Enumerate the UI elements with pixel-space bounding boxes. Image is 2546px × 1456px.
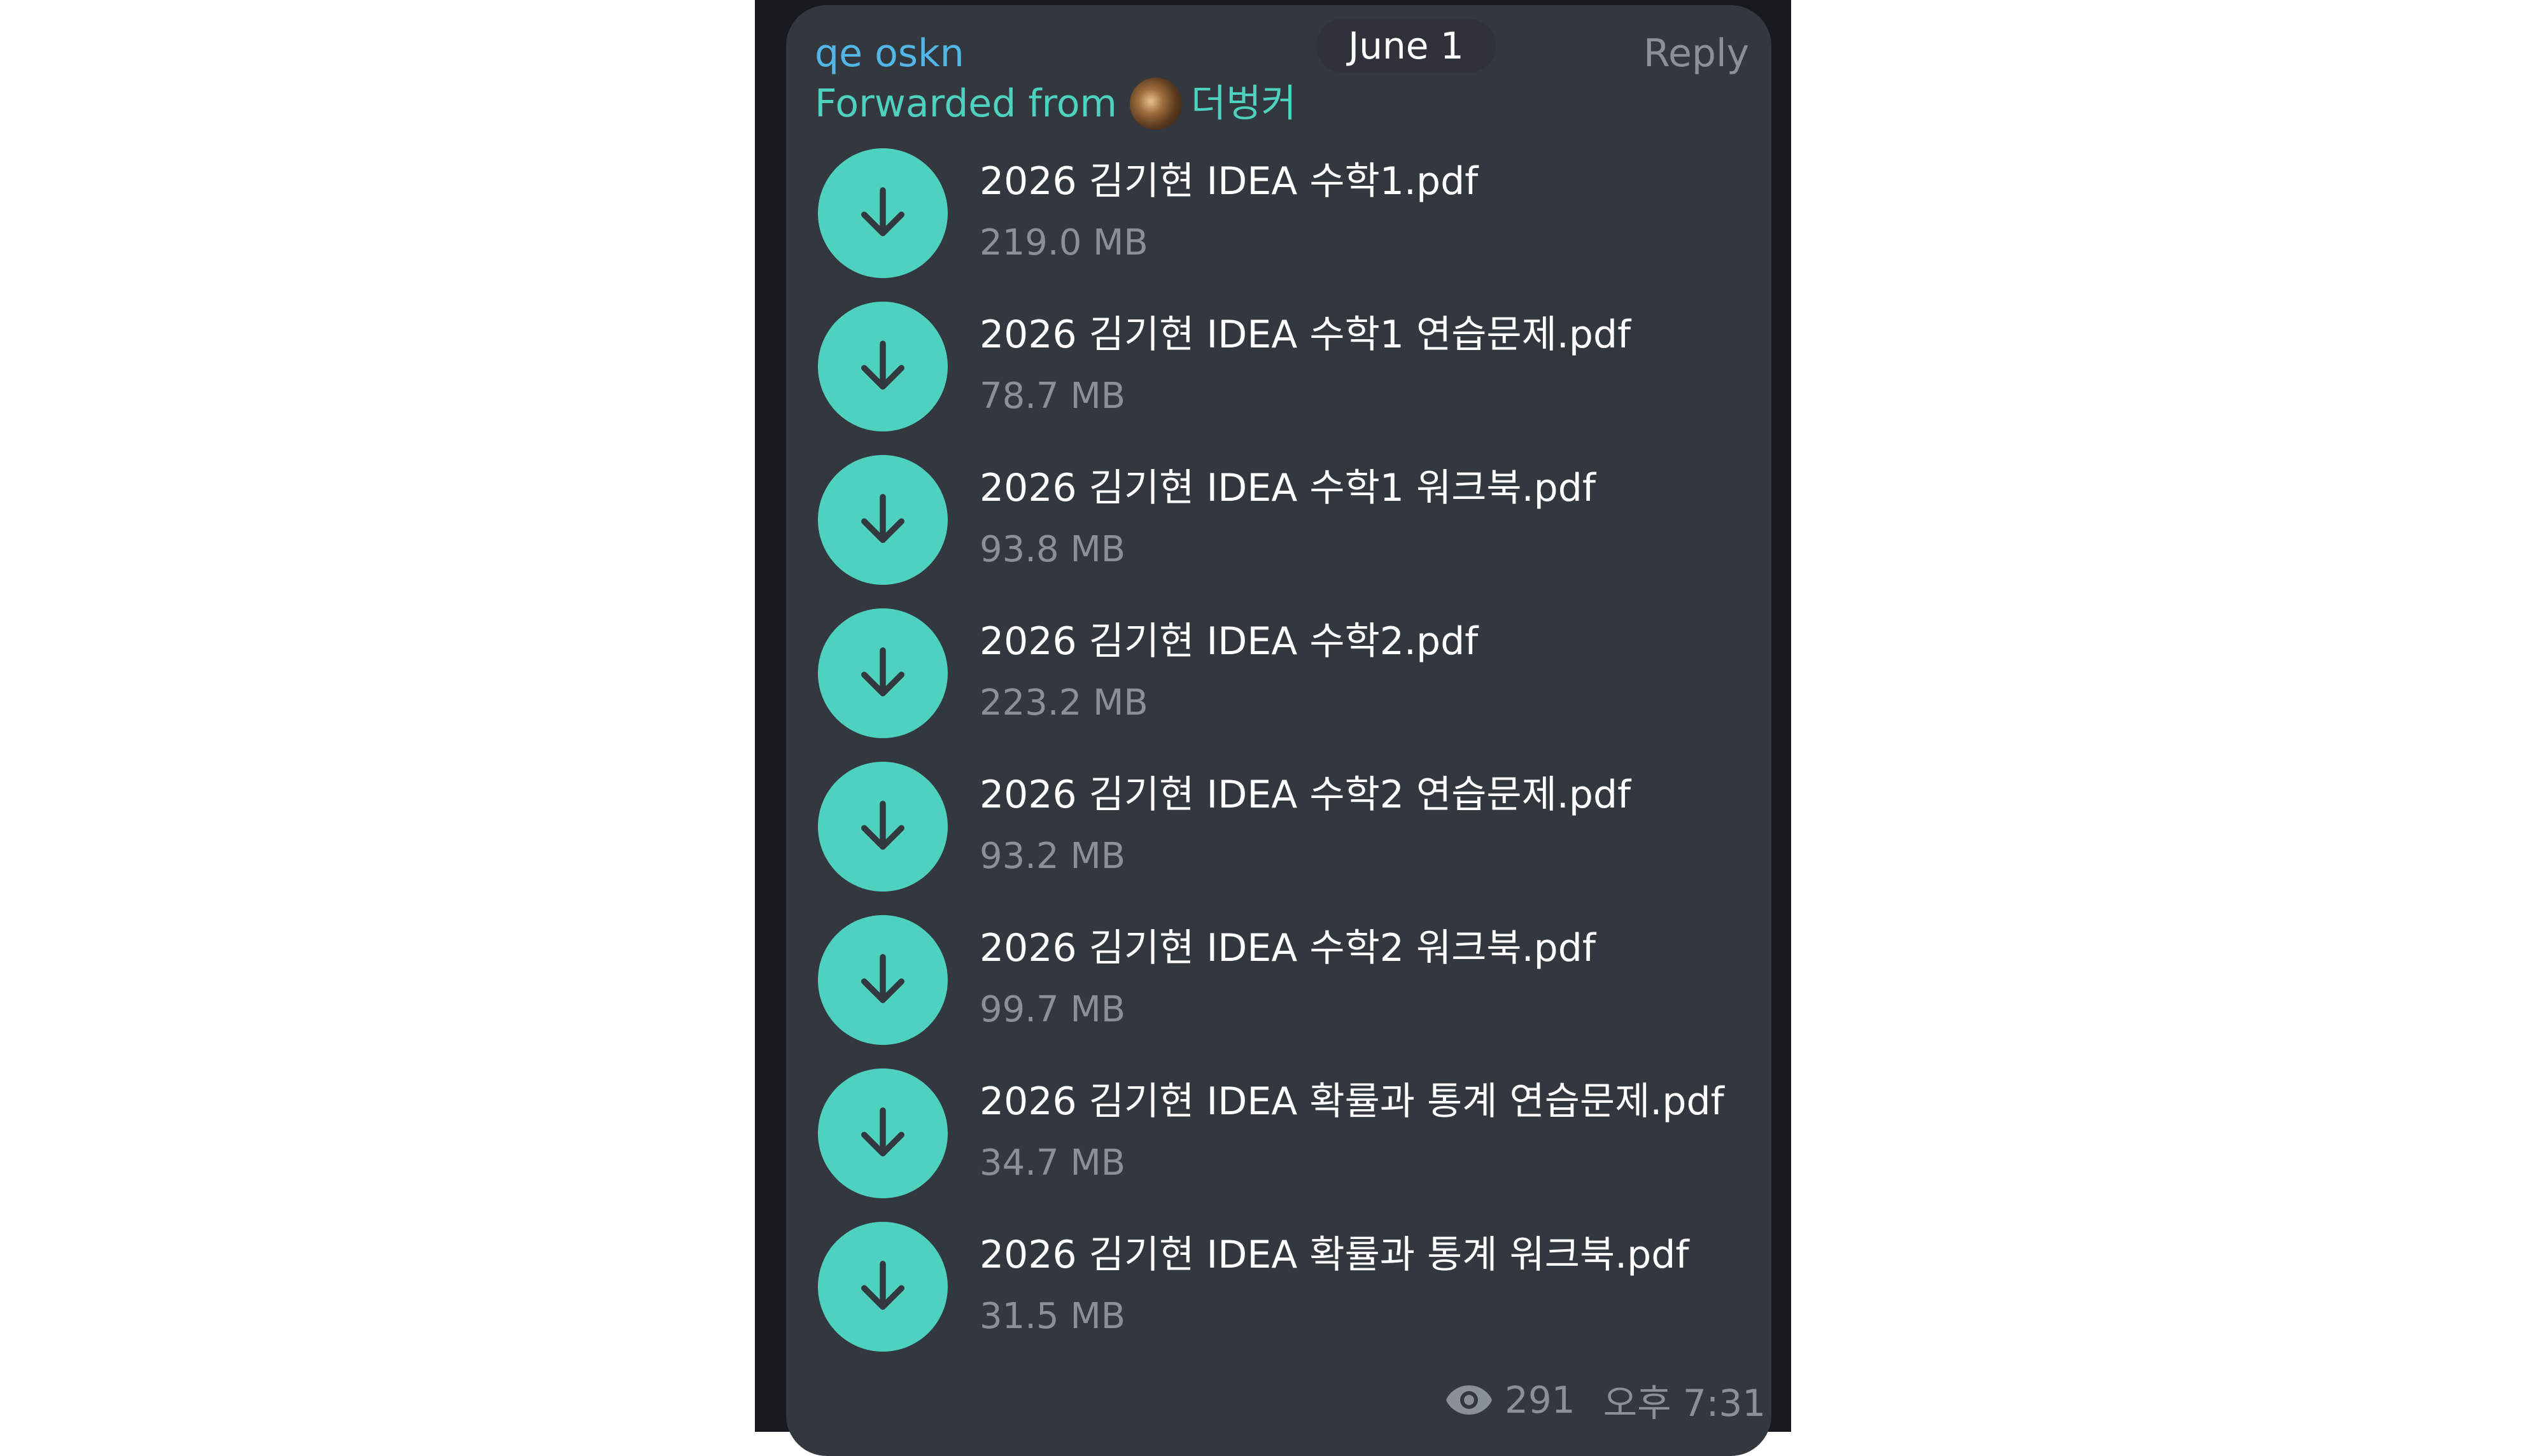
file-name[interactable]: 2026 김기현 IDEA 수학2 워크북.pdf — [980, 923, 1596, 974]
eye-icon — [1446, 1385, 1492, 1415]
download-button[interactable] — [818, 608, 948, 738]
forwarded-source-name[interactable]: 더벙커 — [1191, 78, 1297, 129]
file-name[interactable]: 2026 김기현 IDEA 수학1 연습문제.pdf — [980, 309, 1631, 360]
sender-name[interactable]: qe oskn — [815, 28, 964, 79]
download-button[interactable] — [818, 762, 948, 892]
file-item[interactable]: 2026 김기현 IDEA 확률과 통계 워크북.pdf 31.5 MB — [818, 1222, 1760, 1355]
file-name[interactable]: 2026 김기현 IDEA 수학1 워크북.pdf — [980, 463, 1596, 514]
file-name[interactable]: 2026 김기현 IDEA 확률과 통계 워크북.pdf — [980, 1229, 1689, 1280]
file-size: 31.5 MB — [980, 1296, 1126, 1337]
download-arrow-icon — [861, 647, 904, 697]
download-button[interactable] — [818, 455, 948, 585]
file-item[interactable]: 2026 김기현 IDEA 수학1 워크북.pdf 93.8 MB — [818, 455, 1760, 589]
file-size: 223.2 MB — [980, 682, 1148, 724]
file-size: 78.7 MB — [980, 375, 1126, 417]
file-size: 93.2 MB — [980, 836, 1126, 877]
forwarded-prefix: Forwarded from — [815, 81, 1117, 126]
download-button[interactable] — [818, 915, 948, 1045]
download-arrow-icon — [861, 1261, 904, 1310]
file-size: 99.7 MB — [980, 989, 1126, 1030]
download-arrow-icon — [861, 801, 904, 850]
view-count: 291 — [1505, 1378, 1575, 1422]
file-name[interactable]: 2026 김기현 IDEA 수학2.pdf — [980, 616, 1478, 667]
file-item[interactable]: 2026 김기현 IDEA 수학1 연습문제.pdf 78.7 MB — [818, 302, 1760, 435]
download-button[interactable] — [818, 302, 948, 431]
file-size: 34.7 MB — [980, 1142, 1126, 1184]
download-arrow-icon — [861, 494, 904, 543]
file-item[interactable]: 2026 김기현 IDEA 수학1.pdf 219.0 MB — [818, 148, 1760, 282]
file-size: 219.0 MB — [980, 222, 1148, 263]
message-meta: 291 오후 7:31 — [1445, 1375, 1766, 1425]
file-size: 93.8 MB — [980, 529, 1126, 570]
download-button[interactable] — [818, 1222, 948, 1352]
channel-avatar[interactable] — [1130, 78, 1182, 130]
file-item[interactable]: 2026 김기현 IDEA 수학2 워크북.pdf 99.7 MB — [818, 915, 1760, 1049]
message-time: 오후 7:31 — [1603, 1382, 1766, 1425]
file-name[interactable]: 2026 김기현 IDEA 수학1.pdf — [980, 156, 1478, 207]
download-arrow-icon — [861, 954, 904, 1004]
download-arrow-icon — [861, 1107, 904, 1157]
date-label: June 1 — [1348, 24, 1464, 67]
file-item[interactable]: 2026 김기현 IDEA 수학2 연습문제.pdf 93.2 MB — [818, 762, 1760, 895]
forwarded-from-line[interactable]: Forwarded from 더벙커 — [815, 78, 1297, 130]
file-name[interactable]: 2026 김기현 IDEA 확률과 통계 연습문제.pdf — [980, 1076, 1724, 1127]
date-pill: June 1 — [1316, 19, 1496, 73]
download-button[interactable] — [818, 1068, 948, 1198]
download-button[interactable] — [818, 148, 948, 278]
reply-button[interactable]: Reply — [1643, 28, 1749, 79]
download-arrow-icon — [861, 187, 904, 237]
download-arrow-icon — [861, 340, 904, 390]
file-name[interactable]: 2026 김기현 IDEA 수학2 연습문제.pdf — [980, 769, 1631, 820]
file-item[interactable]: 2026 김기현 IDEA 수학2.pdf 223.2 MB — [818, 608, 1760, 742]
file-item[interactable]: 2026 김기현 IDEA 확률과 통계 연습문제.pdf 34.7 MB — [818, 1068, 1760, 1202]
